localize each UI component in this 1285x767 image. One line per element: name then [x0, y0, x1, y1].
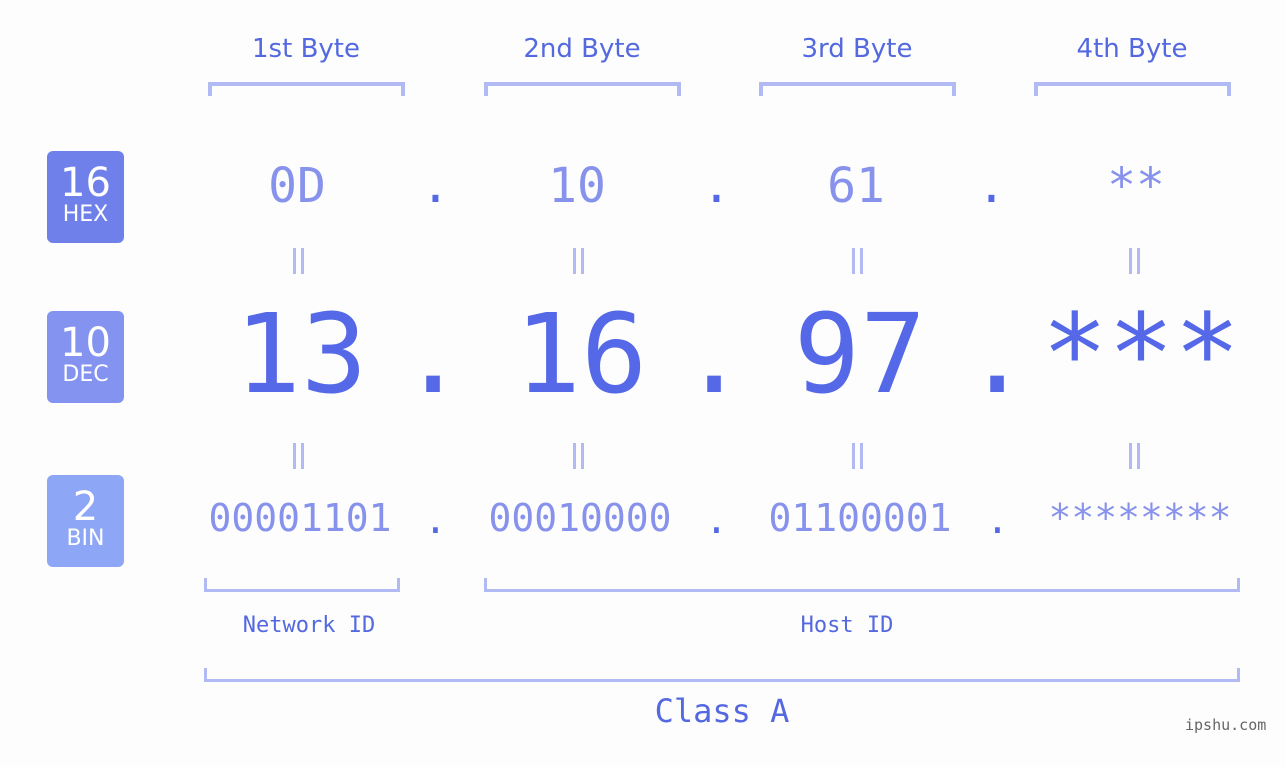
equals-icon [852, 248, 863, 274]
byte-bracket-3 [759, 82, 956, 96]
hex-dot-1: . [421, 158, 450, 214]
bin-byte-2: 00010000 [488, 496, 672, 540]
byte-bracket-2 [484, 82, 681, 96]
equals-icon [293, 443, 304, 469]
dec-badge-label: DEC [62, 362, 109, 387]
byte-header-1: 1st Byte [252, 34, 360, 64]
hex-byte-3: 61 [827, 158, 885, 214]
bin-dot-2: . [705, 498, 728, 542]
dec-byte-2: 16 [514, 290, 648, 418]
equals-icon [1129, 248, 1140, 274]
byte-header-2: 2nd Byte [523, 34, 641, 64]
network-id-bracket [204, 578, 400, 592]
bin-byte-3: 01100001 [768, 496, 952, 540]
byte-header-3: 3rd Byte [801, 34, 913, 64]
equals-icon [1129, 443, 1140, 469]
dec-badge-number: 10 [60, 320, 111, 366]
bin-dot-3: . [986, 498, 1009, 542]
bin-badge-label: BIN [66, 526, 105, 551]
dec-badge: 10 DEC [47, 311, 124, 403]
equals-icon [573, 248, 584, 274]
hex-badge-label: HEX [62, 202, 109, 227]
bin-dot-1: . [424, 498, 447, 542]
watermark: ipshu.com [1185, 716, 1267, 734]
bin-badge: 2 BIN [47, 475, 124, 567]
hex-byte-2: 10 [548, 158, 606, 214]
dec-byte-4: *** [1041, 290, 1241, 418]
host-id-bracket [484, 578, 1240, 592]
byte-bracket-4 [1034, 82, 1231, 96]
dec-byte-1: 13 [234, 290, 368, 418]
hex-byte-4: ** [1107, 158, 1165, 214]
equals-icon [573, 443, 584, 469]
class-label: Class A [654, 692, 790, 730]
class-bracket [204, 668, 1240, 682]
hex-dot-2: . [702, 158, 731, 214]
network-id-label: Network ID [242, 613, 376, 638]
bin-byte-1: 00001101 [208, 496, 392, 540]
bin-byte-4: ******** [1048, 496, 1232, 540]
hex-dot-3: . [977, 158, 1006, 214]
dec-byte-3: 97 [793, 290, 927, 418]
host-id-label: Host ID [800, 613, 894, 638]
equals-icon [293, 248, 304, 274]
hex-byte-1: 0D [268, 158, 326, 214]
hex-badge-number: 16 [60, 160, 111, 206]
equals-icon [852, 443, 863, 469]
byte-bracket-1 [208, 82, 405, 96]
hex-badge: 16 HEX [47, 151, 124, 243]
bin-badge-number: 2 [72, 484, 99, 530]
byte-header-4: 4th Byte [1076, 34, 1188, 64]
